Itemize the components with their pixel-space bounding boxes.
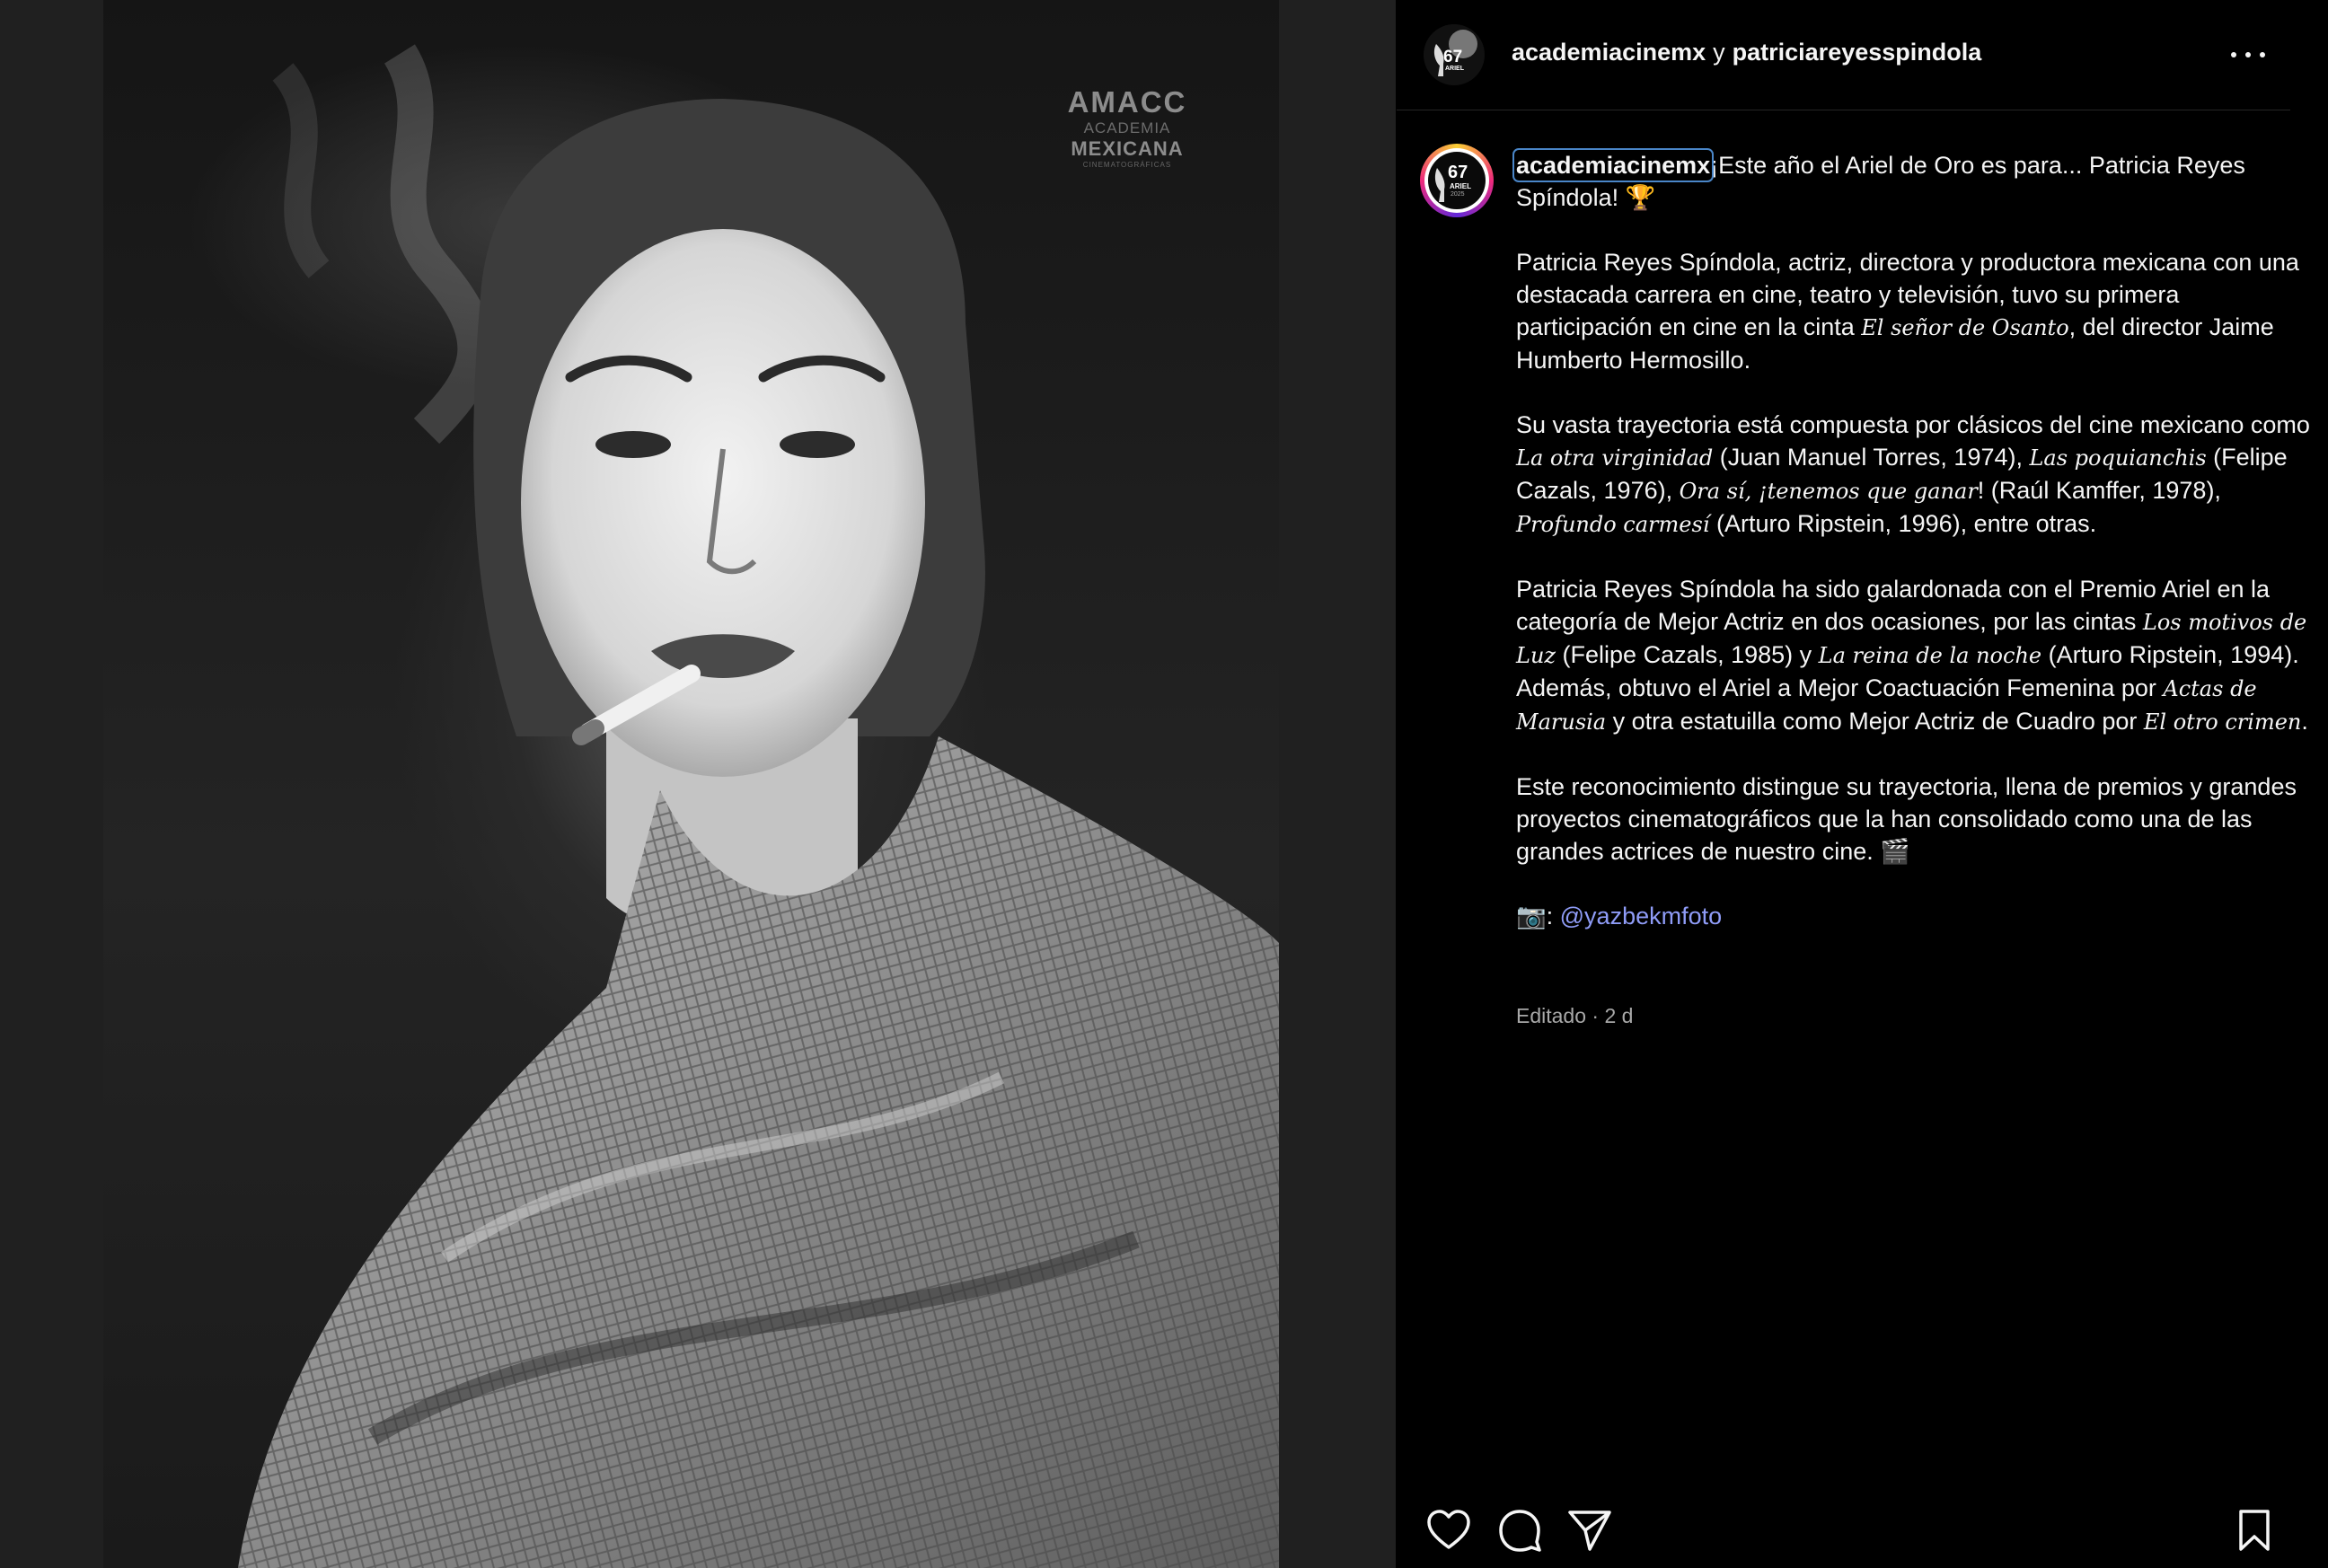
post-authors: academiacinemx y patriciareyesspindola bbox=[1512, 39, 1981, 66]
caption-author-avatar[interactable]: 67 ARIEL 2025 bbox=[1420, 144, 1494, 217]
photo-credit: 📷: @yazbekmfoto bbox=[1516, 900, 2315, 932]
coauthor-username[interactable]: patriciareyesspindola bbox=[1733, 39, 1982, 66]
more-dot-2 bbox=[2245, 52, 2251, 57]
caption-edited-timestamp[interactable]: Editado · 2 d bbox=[1516, 1004, 1633, 1028]
caption-username-link[interactable]: academiacinemx bbox=[1512, 148, 1715, 182]
post-action-bar bbox=[1397, 1495, 2328, 1558]
bookmark-icon bbox=[2239, 1510, 2270, 1551]
caption-text: Su vasta trayectoria está compuesta por … bbox=[1516, 411, 2310, 438]
comment-icon bbox=[1499, 1510, 1541, 1552]
paper-plane-icon bbox=[1568, 1511, 1611, 1551]
caption-text: ! (Raúl Kamffer, 1978), bbox=[1977, 477, 2221, 504]
save-button[interactable] bbox=[2230, 1506, 2279, 1555]
heart-icon bbox=[1427, 1510, 1470, 1549]
film-title: La otra virginidad bbox=[1516, 445, 1714, 471]
caption-text: (Felipe Cazals, 1985) y bbox=[1556, 641, 1819, 668]
avatar-badge-label: ARIEL bbox=[1445, 66, 1464, 72]
author-username[interactable]: academiacinemx bbox=[1512, 39, 1706, 66]
caption-paragraph-4: Este reconocimiento distingue su trayect… bbox=[1516, 773, 2297, 865]
more-dot-1 bbox=[2231, 52, 2236, 57]
more-options-button[interactable] bbox=[2227, 41, 2272, 68]
amacc-watermark-logo: AMACC ACADEMIA MEXICANA CINEMATOGRÁFICAS bbox=[1067, 85, 1187, 169]
caption-text: . bbox=[2301, 708, 2308, 735]
post-panel: 67 ARIEL academiacinemx y patriciareyesspi… bbox=[1397, 0, 2328, 1568]
post-caption: academiacinemx¡Este año el Ariel de Oro … bbox=[1512, 148, 2315, 965]
caption-text: (Arturo Ripstein, 1996), entre otras. bbox=[1709, 510, 2097, 537]
like-button[interactable] bbox=[1424, 1506, 1473, 1555]
caption-paragraph-3: Patricia Reyes Spíndola ha sido galardon… bbox=[1516, 573, 2315, 738]
avatar-badge-label: ARIEL bbox=[1450, 182, 1471, 190]
author-connector: y bbox=[1713, 39, 1725, 66]
author-avatar[interactable]: 67 ARIEL bbox=[1424, 24, 1485, 85]
avatar-badge-number: 67 bbox=[1443, 48, 1463, 66]
caption-paragraph-1: Patricia Reyes Spíndola, actriz, directo… bbox=[1516, 246, 2315, 376]
caption-text: (Juan Manuel Torres, 1974), bbox=[1713, 444, 2030, 471]
avatar-badge-number: 67 bbox=[1448, 163, 1468, 182]
comment-button[interactable] bbox=[1495, 1506, 1544, 1555]
caption-paragraph-2: Su vasta trayectoria está compuesta por … bbox=[1516, 409, 2315, 541]
more-dot-3 bbox=[2260, 52, 2265, 57]
film-title: Profundo carmesí bbox=[1516, 512, 1710, 537]
film-title: El otro crimen bbox=[2143, 709, 2302, 735]
film-title: El señor de Osanto bbox=[1861, 315, 2069, 340]
story-ring-inner: 67 ARIEL 2025 bbox=[1424, 148, 1489, 213]
film-title: Las poquianchis bbox=[2029, 445, 2207, 471]
portrait-illustration bbox=[238, 44, 1279, 1568]
film-title: Ora sí, ¡tenemos que ganar bbox=[1679, 479, 1978, 504]
share-button[interactable] bbox=[1565, 1506, 1614, 1555]
post-photo[interactable]: AMACC ACADEMIA MEXICANA CINEMATOGRÁFICAS bbox=[103, 0, 1279, 1568]
camera-emoji: 📷: bbox=[1516, 903, 1554, 929]
post-media-area: AMACC ACADEMIA MEXICANA CINEMATOGRÁFICAS bbox=[0, 0, 1396, 1568]
film-title: La reina de la noche bbox=[1818, 643, 2042, 668]
photographer-mention-link[interactable]: @yazbekmfoto bbox=[1560, 903, 1722, 929]
avatar-badge-year: 2025 bbox=[1451, 191, 1465, 198]
post-header: 67 ARIEL academiacinemx y patriciareyesspi… bbox=[1397, 0, 2290, 110]
avatar-image: 67 ARIEL 2025 bbox=[1428, 152, 1486, 209]
caption-text: y otra estatuilla como Mejor Actriz de C… bbox=[1606, 708, 2144, 735]
caption-intro-paragraph: academiacinemx¡Este año el Ariel de Oro … bbox=[1512, 148, 2315, 214]
